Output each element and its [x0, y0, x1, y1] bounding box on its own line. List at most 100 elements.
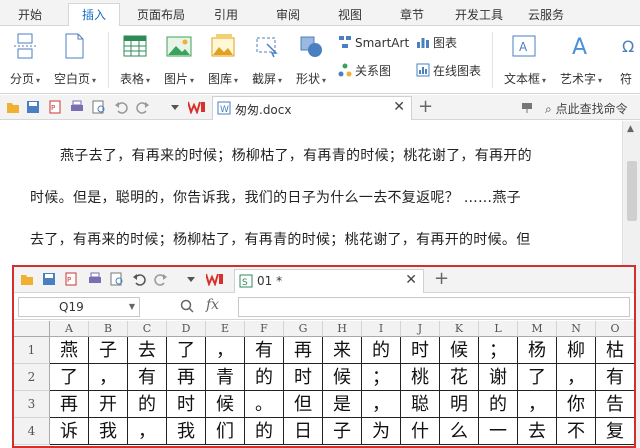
symbol-button[interactable]: Ω 符	[616, 32, 640, 86]
redo-icon[interactable]	[136, 100, 150, 114]
fx-icon[interactable]: fx	[206, 297, 219, 313]
sheet-cell[interactable]: ，	[518, 391, 557, 418]
sheet-cell[interactable]: 有	[128, 364, 167, 391]
sheet-cell[interactable]: ，	[206, 337, 245, 364]
pin-icon[interactable]	[520, 100, 534, 114]
column-header[interactable]: E	[206, 321, 245, 337]
sheet-cell[interactable]: 再	[50, 391, 89, 418]
sheet-cell[interactable]: 我	[89, 418, 128, 445]
column-header[interactable]: D	[167, 321, 206, 337]
sheet-cell[interactable]: 什	[401, 418, 440, 445]
blank-page-button[interactable]: 空白页 ▾	[54, 32, 96, 86]
sheet-cell[interactable]: ，	[128, 418, 167, 445]
zoom-icon[interactable]	[180, 299, 194, 313]
sheet-cell[interactable]: 来	[323, 337, 362, 364]
open-folder-icon[interactable]	[6, 100, 20, 114]
sheet-cell[interactable]: 是	[323, 391, 362, 418]
column-header[interactable]: G	[284, 321, 323, 337]
column-header[interactable]: F	[245, 321, 284, 337]
tab-insert[interactable]: 插入	[68, 3, 120, 27]
sheet-cell[interactable]: 告	[596, 391, 634, 418]
sheet-cell[interactable]: 再	[284, 337, 323, 364]
tab-developer[interactable]: 开发工具	[446, 4, 512, 26]
sheet-cell[interactable]: 。	[245, 391, 284, 418]
sheet-cell[interactable]: 日	[284, 418, 323, 445]
sheet-cell[interactable]: 了	[518, 364, 557, 391]
sheet-cell[interactable]: 再	[167, 364, 206, 391]
sheet-cell[interactable]: ；	[479, 337, 518, 364]
close-tab-icon[interactable]: ✕	[393, 99, 405, 115]
undo-icon[interactable]	[132, 272, 146, 286]
sheet-cell[interactable]: 时	[401, 337, 440, 364]
sheet-cell[interactable]: 杨	[518, 337, 557, 364]
column-header[interactable]: K	[440, 321, 479, 337]
tab-home[interactable]: 开始	[8, 4, 52, 26]
tab-section[interactable]: 章节	[392, 4, 432, 26]
sheet-cell[interactable]: 聪	[401, 391, 440, 418]
column-header[interactable]: L	[479, 321, 518, 337]
sheet-cell[interactable]: 的	[479, 391, 518, 418]
sheet-cell[interactable]: 有	[596, 364, 634, 391]
tab-cloud[interactable]: 云服务	[520, 4, 572, 26]
print-icon[interactable]	[70, 100, 84, 114]
relation-chart-button[interactable]: 关系图	[338, 62, 391, 80]
page-break-button[interactable]: 分页 ▾	[10, 32, 40, 86]
open-folder-icon[interactable]	[20, 272, 34, 286]
sheet-cell[interactable]: 但	[284, 391, 323, 418]
column-header[interactable]: I	[362, 321, 401, 337]
new-tab-icon[interactable]: +	[434, 268, 449, 289]
sheet-cell[interactable]: 明	[440, 391, 479, 418]
command-search[interactable]: ⌕ 点此查找命令	[545, 100, 628, 117]
row-header[interactable]: 4	[14, 418, 50, 445]
customize-dropdown-icon[interactable]	[168, 100, 182, 114]
new-tab-icon[interactable]: +	[418, 96, 433, 117]
sheet-cell[interactable]: 时	[284, 364, 323, 391]
chevron-down-icon[interactable]: ▼	[129, 298, 135, 316]
export-pdf-icon[interactable]: P	[48, 100, 62, 114]
sheet-cell[interactable]: 诉	[50, 418, 89, 445]
sheet-cell[interactable]: 开	[89, 391, 128, 418]
export-pdf-icon[interactable]: P	[64, 272, 78, 286]
print-preview-icon[interactable]	[92, 100, 106, 114]
save-icon[interactable]	[42, 272, 56, 286]
textbox-button[interactable]: A 文本框 ▾	[504, 32, 546, 86]
sheet-cell[interactable]: 桃	[401, 364, 440, 391]
embedded-spreadsheet[interactable]: P S 01 * ✕ + Q19 ▼ fx ABCDEFGHIJKLMNO1燕子去…	[12, 265, 636, 448]
formula-input[interactable]	[238, 297, 630, 317]
sheet-cell[interactable]: ；	[362, 364, 401, 391]
sheet-cell[interactable]: 了	[50, 364, 89, 391]
scroll-up-icon[interactable]: ▲	[627, 124, 634, 134]
undo-icon[interactable]	[114, 100, 128, 114]
column-header[interactable]: N	[557, 321, 596, 337]
table-button[interactable]: 表格 ▾	[120, 32, 150, 86]
sheet-cell[interactable]: 我	[167, 418, 206, 445]
row-header[interactable]: 2	[14, 364, 50, 391]
sheet-cell[interactable]: 的	[128, 391, 167, 418]
sheet-cell[interactable]: 的	[362, 337, 401, 364]
customize-dropdown-icon[interactable]	[184, 272, 198, 286]
sheet-cell[interactable]: 时	[167, 391, 206, 418]
name-box[interactable]: Q19 ▼	[18, 297, 140, 317]
spreadsheet-tab[interactable]: S 01 * ✕	[234, 269, 424, 293]
shape-button[interactable]: 形状 ▾	[296, 32, 326, 86]
sheet-cell[interactable]: 花	[440, 364, 479, 391]
column-header[interactable]: J	[401, 321, 440, 337]
sheet-cell[interactable]: ，	[362, 391, 401, 418]
smartart-button[interactable]: SmartArt	[338, 34, 409, 52]
sheet-cell[interactable]: 们	[206, 418, 245, 445]
document-tab[interactable]: W 匆匆.docx ✕	[212, 96, 412, 120]
sheet-cell[interactable]: 候	[206, 391, 245, 418]
sheet-cell[interactable]: 为	[362, 418, 401, 445]
select-all-corner[interactable]	[14, 321, 50, 337]
tab-view[interactable]: 视图	[330, 4, 370, 26]
print-preview-icon[interactable]	[110, 272, 124, 286]
sheet-cell[interactable]: 枯	[596, 337, 634, 364]
screenshot-button[interactable]: 截屏 ▾	[252, 32, 282, 86]
sheet-cell[interactable]: 去	[518, 418, 557, 445]
row-header[interactable]: 1	[14, 337, 50, 364]
sheet-cell[interactable]: 复	[596, 418, 634, 445]
sheet-cell[interactable]: ，	[89, 364, 128, 391]
save-icon[interactable]	[26, 100, 40, 114]
scrollbar-thumb[interactable]	[627, 161, 637, 221]
sheet-cell[interactable]: 柳	[557, 337, 596, 364]
